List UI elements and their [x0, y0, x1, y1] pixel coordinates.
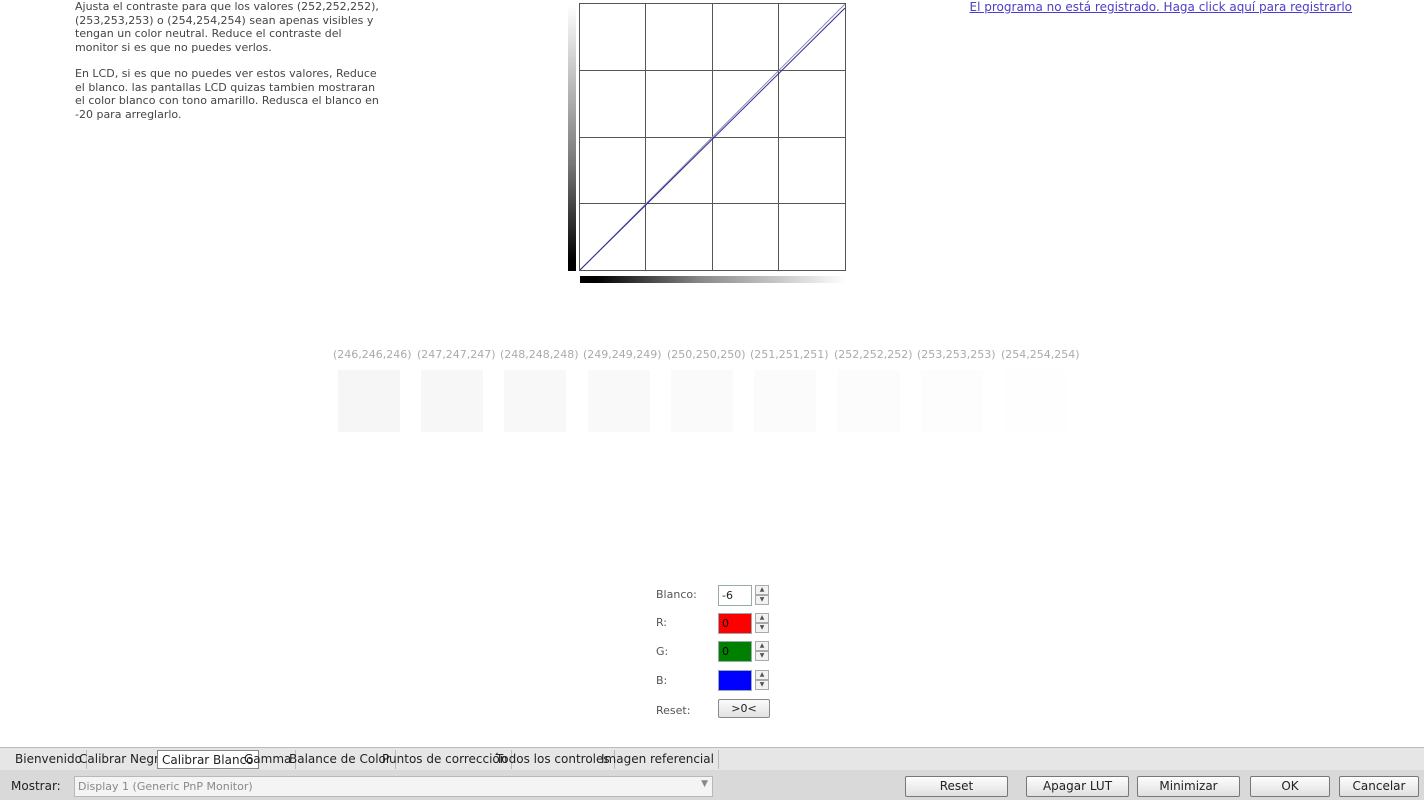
spin-down-icon[interactable]: ▼: [755, 680, 769, 690]
swatch: [504, 370, 566, 432]
swatch-label: (251,251,251): [750, 348, 829, 361]
swatch-label: (250,250,250): [667, 348, 746, 361]
display-select[interactable]: Display 1 (Generic PnP Monitor) ▼: [74, 776, 713, 797]
swatch-label: (248,248,248): [500, 348, 579, 361]
response-curve-graph: [579, 3, 846, 271]
tab-imagen-referencial[interactable]: Imagen referencial: [597, 750, 719, 769]
swatch-label: (247,247,247): [417, 348, 496, 361]
swatch: [754, 370, 816, 432]
r-input[interactable]: 0: [718, 613, 752, 634]
g-label: G:: [656, 645, 669, 658]
g-input[interactable]: 0: [718, 641, 752, 662]
instructions-paragraph-1: Ajusta el contraste para que los valores…: [75, 0, 379, 54]
r-label: R:: [656, 616, 668, 629]
tab-bar: Bienvenido Calibrar Negro Calibrar Blanc…: [0, 747, 1424, 771]
spin-down-icon[interactable]: ▼: [755, 595, 769, 605]
x-gradient-ramp: [580, 276, 846, 283]
swatch: [838, 370, 900, 432]
blanco-spinner[interactable]: -6 ▲ ▼: [718, 585, 770, 606]
spin-down-icon[interactable]: ▼: [755, 651, 769, 661]
r-spinner[interactable]: 0 ▲ ▼: [718, 613, 770, 634]
spin-up-icon[interactable]: ▲: [755, 670, 769, 680]
apagar-lut-button[interactable]: Apagar LUT: [1026, 776, 1129, 797]
spin-down-icon[interactable]: ▼: [755, 623, 769, 633]
swatch-label: (252,252,252): [834, 348, 913, 361]
chevron-down-icon: ▼: [701, 779, 708, 789]
swatch-label: (253,253,253): [917, 348, 996, 361]
mostrar-label: Mostrar:: [11, 779, 61, 793]
b-spinner[interactable]: ▲ ▼: [718, 670, 770, 691]
ok-button[interactable]: OK: [1250, 776, 1330, 797]
register-link[interactable]: El programa no está registrado. Haga cli…: [970, 0, 1352, 14]
reset-label: Reset:: [656, 704, 691, 717]
spin-up-icon[interactable]: ▲: [755, 641, 769, 651]
swatch: [1005, 370, 1067, 432]
reset-to-zero-button[interactable]: >0<: [718, 699, 770, 718]
blanco-input[interactable]: -6: [718, 585, 752, 606]
swatch: [338, 370, 400, 432]
swatch: [421, 370, 483, 432]
swatch-label: (254,254,254): [1001, 348, 1080, 361]
instructions-paragraph-2: En LCD, si es que no puedes ver estos va…: [75, 67, 379, 121]
bottom-bar: Mostrar: Display 1 (Generic PnP Monitor)…: [0, 770, 1424, 800]
b-label: B:: [656, 674, 668, 687]
swatch: [671, 370, 733, 432]
spin-up-icon[interactable]: ▲: [755, 613, 769, 623]
g-spinner[interactable]: 0 ▲ ▼: [718, 641, 770, 662]
minimizar-button[interactable]: Minimizar: [1137, 776, 1240, 797]
g-spin-arrows: ▲ ▼: [755, 641, 769, 662]
r-spin-arrows: ▲ ▼: [755, 613, 769, 634]
instructions: Ajusta el contraste para que los valores…: [75, 0, 385, 134]
reset-button[interactable]: Reset: [905, 776, 1008, 797]
swatch-label: (249,249,249): [583, 348, 662, 361]
swatch-label: (246,246,246): [333, 348, 412, 361]
swatch: [921, 370, 983, 432]
blanco-spin-arrows: ▲ ▼: [755, 585, 769, 606]
y-gradient-ramp: [568, 5, 576, 271]
blanco-label: Blanco:: [656, 588, 697, 601]
spin-up-icon[interactable]: ▲: [755, 585, 769, 595]
b-spin-arrows: ▲ ▼: [755, 670, 769, 691]
swatch: [588, 370, 650, 432]
cancelar-button[interactable]: Cancelar: [1339, 776, 1419, 797]
b-input[interactable]: [718, 670, 752, 691]
display-select-value: Display 1 (Generic PnP Monitor): [78, 780, 253, 793]
